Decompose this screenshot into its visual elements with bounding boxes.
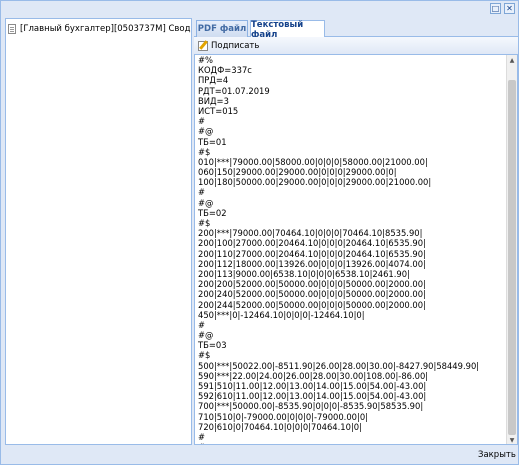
- tab-pdf-file[interactable]: PDF файл: [196, 20, 248, 37]
- file-line: 200|112|18000.00|13926.00|0|0|0|13926.00…: [198, 258, 426, 269]
- file-line: #: [198, 116, 206, 127]
- vertical-scrollbar[interactable]: ▲ ▼: [506, 55, 517, 444]
- file-line: #$: [198, 350, 211, 361]
- file-line: 200|244|52000.00|50000.00|0|0|0|50000.00…: [198, 299, 426, 310]
- file-line: 200|240|52000.00|50000.00|0|0|0|50000.00…: [198, 289, 426, 300]
- file-line: #%: [198, 55, 213, 65]
- file-line: #@: [198, 197, 214, 208]
- tree-item-document[interactable]: [Главный бухгалтер][0503737M] Сводный,ВФ…: [8, 22, 191, 36]
- file-line: 720|610|0|70464.10|0|0|0|70464.10|0|: [198, 421, 362, 432]
- file-line: ТБ=03: [198, 340, 227, 351]
- file-line: РДТ=01.07.2019: [198, 85, 270, 96]
- file-line: 700|***|50000.00|-8535.90|0|0|0|-8535.90…: [198, 401, 424, 412]
- file-line: 200|100|27000.00|20464.10|0|0|0|20464.10…: [198, 238, 426, 249]
- file-viewer-panel: PDF файл Текстовый файл Подписать #% КОДФ…: [194, 18, 518, 445]
- scroll-up-icon[interactable]: ▲: [507, 55, 517, 65]
- file-line: 590|***|22.00|24.00|26.00|28.00|30.00|10…: [198, 370, 429, 381]
- file-line: #: [198, 319, 206, 330]
- file-line: КОДФ=337с: [198, 65, 252, 76]
- file-line: #: [198, 431, 206, 442]
- dialog-window: □ ✕ [Главный бухгалтер][0503737M] Сводны…: [0, 0, 519, 465]
- sign-pen-icon: [198, 41, 208, 51]
- close-icon[interactable]: ✕: [504, 3, 515, 14]
- file-line: #: [198, 187, 206, 198]
- file-line: #$: [198, 218, 211, 228]
- file-line: 592|610|11.00|12.00|13.00|14.00|15.00|54…: [198, 391, 427, 402]
- file-line: 450|***|0|-12464.10|0|0|0|-12464.10|0|: [198, 309, 365, 320]
- file-line: #@: [198, 330, 214, 341]
- document-tree-panel: [Главный бухгалтер][0503737M] Сводный,ВФ…: [5, 18, 192, 445]
- viewer-toolbar: Подписать: [194, 37, 518, 55]
- document-icon: [8, 24, 16, 34]
- file-line: 010|***|79000.00|58000.00|0|0|0|58000.00…: [198, 156, 428, 167]
- file-line: ИСТ=015: [198, 105, 239, 116]
- file-line: 200|113|9000.00|6538.10|0|0|0|6538.10|24…: [198, 268, 410, 279]
- file-line: 500|***|50022.00|-8511.90|26.00|28.00|30…: [198, 360, 480, 371]
- scroll-thumb[interactable]: [508, 80, 516, 435]
- maximize-icon[interactable]: □: [490, 3, 501, 14]
- scroll-down-icon[interactable]: ▼: [507, 435, 517, 444]
- sign-button-label: Подписать: [211, 41, 260, 51]
- text-file-content[interactable]: #% КОДФ=337с ПРД=4 РДТ=01.07.2019 ВИД=3 ИСТ=0…: [194, 55, 518, 445]
- dialog-footer: Закрыть: [1, 445, 518, 464]
- tab-bar: PDF файл Текстовый файл: [194, 18, 518, 40]
- file-line: 200|200|52000.00|50000.00|0|0|0|50000.00…: [198, 279, 426, 290]
- file-line: #$: [198, 146, 211, 157]
- file-line: 591|510|11.00|12.00|13.00|14.00|15.00|54…: [198, 381, 427, 391]
- file-line: 200|110|27000.00|20464.10|0|0|0|20464.10…: [198, 248, 426, 259]
- file-line: 710|510|0|-79000.00|0|0|0|-79000.00|0|: [198, 411, 368, 422]
- sign-button[interactable]: Подписать: [198, 39, 259, 53]
- file-line: ТБ=01: [198, 136, 227, 147]
- file-line: ПРД=4: [198, 75, 229, 86]
- window-titlebar: □ ✕: [1, 1, 518, 17]
- file-line: 060|150|29000.00|29000.00|0|0|0|29000.00…: [198, 167, 397, 178]
- file-line: 200|***|79000.00|70464.10|0|0|0|70464.10…: [198, 228, 423, 239]
- tab-text-file[interactable]: Текстовый файл: [250, 20, 325, 40]
- file-line: #@: [198, 126, 214, 137]
- file-text-lines: #% КОДФ=337с ПРД=4 РДТ=01.07.2019 ВИД=3 ИСТ=0…: [198, 55, 498, 444]
- close-button[interactable]: Закрыть: [475, 448, 519, 462]
- tree-item-label: [Главный бухгалтер][0503737M] Сводный,ВФ…: [20, 24, 191, 34]
- file-line: ВИД=3: [198, 95, 229, 106]
- file-line: ТБ=02: [198, 207, 227, 218]
- file-line: 100|180|50000.00|29000.00|0|0|0|29000.00…: [198, 177, 432, 188]
